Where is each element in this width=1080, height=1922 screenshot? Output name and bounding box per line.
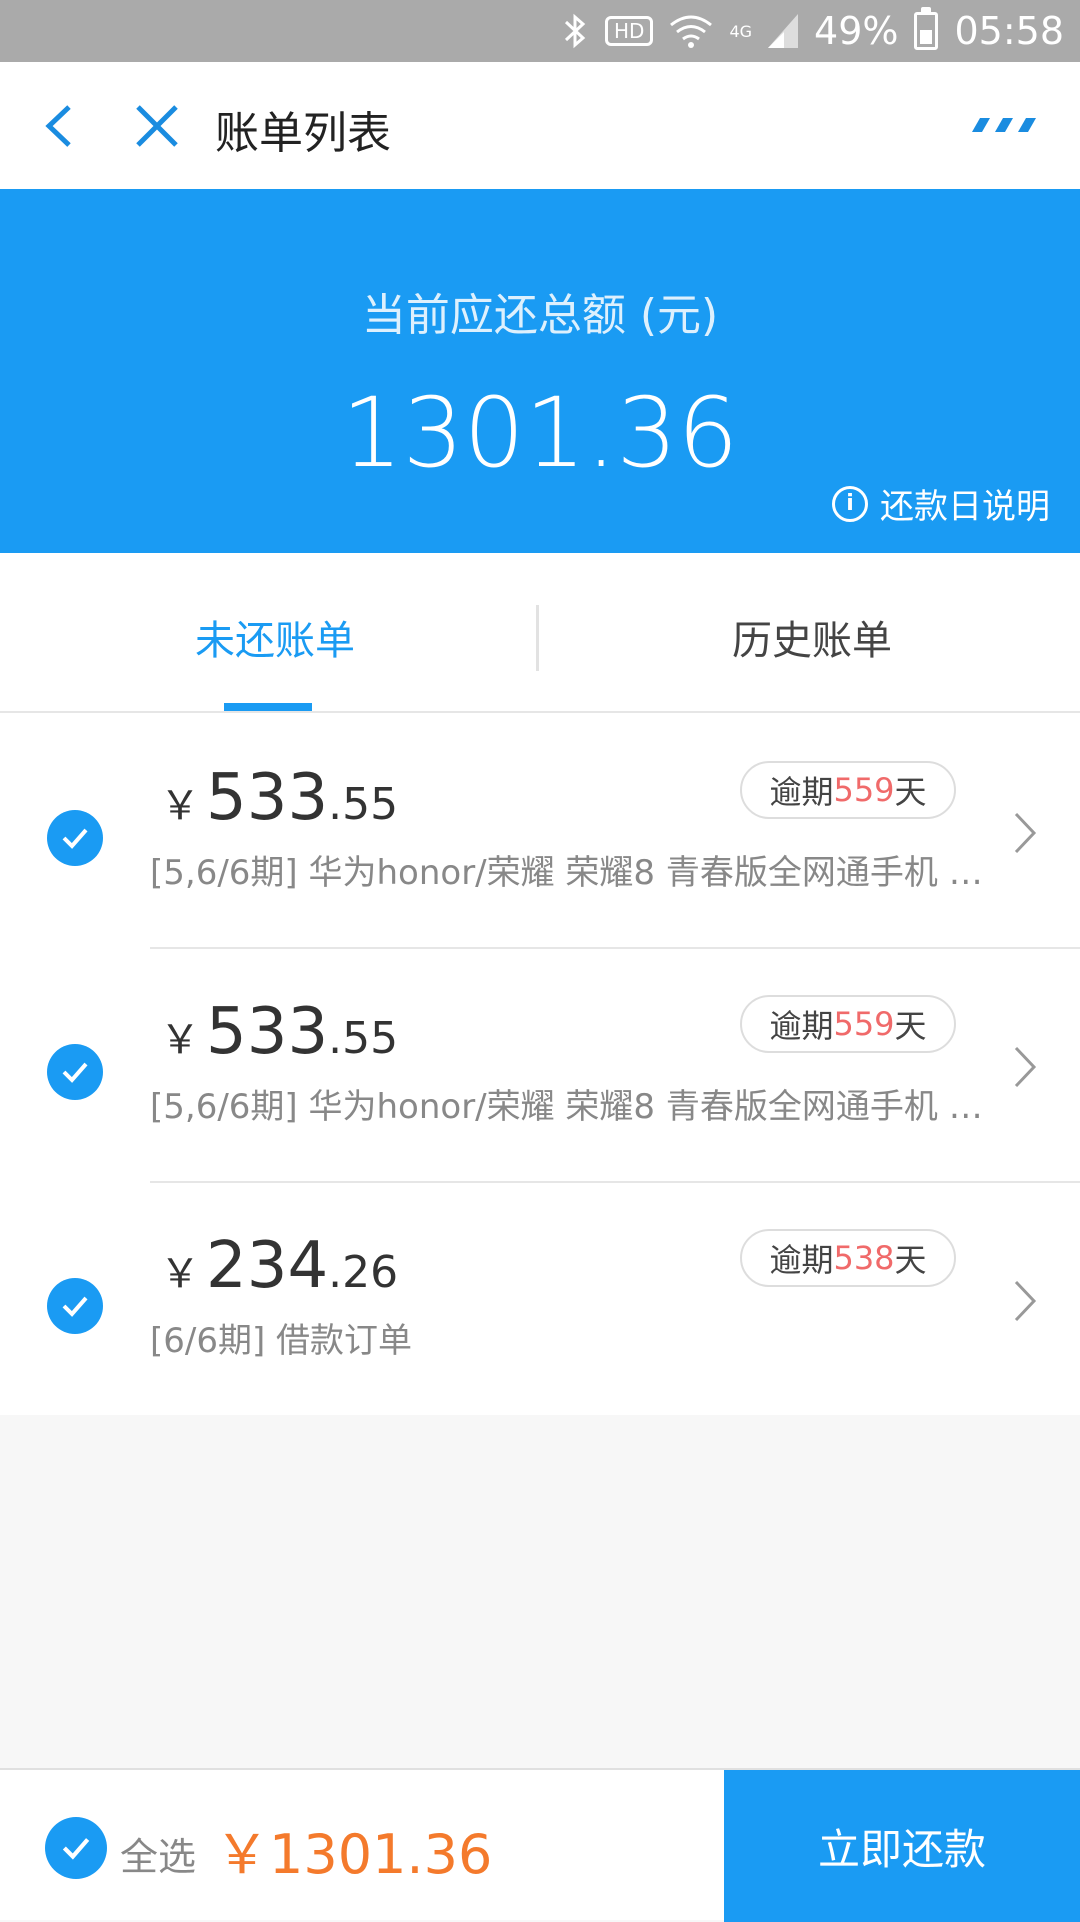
total-amount: ￥1301.36	[215, 1823, 493, 1886]
overdue-badge: 逾期 538 天	[740, 1229, 956, 1287]
bill-checkbox[interactable]	[47, 810, 103, 866]
bill-list: ￥533.55 逾期 559 天 [5,6/6期] 华为honor/荣耀 荣耀8 青…	[0, 713, 1080, 1415]
chevron-right-icon	[1014, 812, 1037, 854]
nav-bar: 账单列表	[0, 62, 1080, 189]
chevron-right-icon	[1014, 1280, 1037, 1322]
overdue-days: 538	[833, 1239, 895, 1277]
bill-item[interactable]: ￥234.26 逾期 538 天 [6/6期] 借款订单	[0, 1181, 1080, 1415]
signal-icon	[768, 14, 799, 48]
overdue-suffix: 天	[894, 1007, 927, 1045]
bill-amount: ￥533.55	[160, 761, 398, 835]
amount-integer: 533	[206, 995, 329, 1069]
battery-icon	[914, 7, 939, 50]
overdue-days: 559	[833, 771, 895, 809]
overdue-prefix: 逾期	[769, 773, 834, 811]
select-all-label[interactable]: 全选	[120, 1826, 196, 1881]
tab-history[interactable]: 历史账单	[732, 608, 892, 666]
more-icon	[972, 118, 1036, 132]
bill-tabs: 未还账单 历史账单	[0, 553, 1080, 713]
bill-description: [5,6/6期] 华为honor/荣耀 荣耀8 青春版全网通手机 金色	[150, 1087, 1010, 1127]
tab-unpaid[interactable]: 未还账单	[195, 608, 355, 666]
info-icon: i	[832, 485, 868, 522]
overdue-badge: 逾期 559 天	[740, 995, 956, 1053]
status-bar: HD 4G 49% 05:58	[0, 0, 1080, 62]
amount-integer: 533	[206, 761, 329, 835]
repay-note-label: 还款日说明	[880, 487, 1050, 527]
bottom-bar: 全选 ￥1301.36 立即还款	[0, 1768, 1080, 1922]
bluetooth-icon	[563, 12, 589, 50]
repay-date-info-link[interactable]: i 还款日说明	[832, 479, 1050, 528]
page-title: 账单列表	[215, 108, 391, 159]
tab-indicator	[224, 703, 312, 711]
overdue-days: 559	[833, 1005, 895, 1043]
network-type: 4G	[729, 21, 753, 41]
overdue-badge: 逾期 559 天	[740, 761, 956, 819]
back-button[interactable]	[35, 99, 89, 153]
amount-summary: 当前应还总额 (元) 1301.36 i 还款日说明	[0, 189, 1080, 553]
amount-integer: 234	[206, 1229, 329, 1303]
overdue-prefix: 逾期	[769, 1007, 834, 1045]
amount-decimal: .55	[328, 1013, 399, 1064]
bill-checkbox[interactable]	[47, 1278, 103, 1334]
select-all-checkbox[interactable]	[45, 1817, 107, 1879]
summary-label: 当前应还总额 (元)	[361, 290, 719, 341]
currency-symbol: ￥	[160, 1251, 200, 1297]
check-icon	[62, 1838, 90, 1860]
bill-amount: ￥234.26	[160, 1229, 398, 1303]
bill-item[interactable]: ￥533.55 逾期 559 天 [5,6/6期] 华为honor/荣耀 荣耀8 青…	[0, 947, 1080, 1181]
clock: 05:58	[954, 9, 1064, 53]
overdue-prefix: 逾期	[769, 1241, 834, 1279]
bill-checkbox[interactable]	[47, 1044, 103, 1100]
wifi-icon	[669, 13, 713, 49]
more-button[interactable]	[970, 110, 1040, 140]
summary-amount: 1301.36	[341, 377, 739, 489]
check-icon	[62, 828, 88, 849]
amount-decimal: .55	[328, 779, 399, 830]
check-icon	[62, 1296, 88, 1317]
check-icon	[62, 1062, 88, 1083]
hd-badge: HD	[604, 16, 654, 46]
chevron-left-icon	[45, 105, 71, 147]
pay-now-button[interactable]: 立即还款	[724, 1770, 1080, 1922]
bill-description: [6/6期] 借款订单	[150, 1321, 413, 1361]
bill-amount: ￥533.55	[160, 995, 398, 1069]
close-button[interactable]	[130, 99, 184, 153]
currency-symbol: ￥	[160, 783, 200, 829]
currency-symbol: ￥	[160, 1017, 200, 1063]
bill-description: [5,6/6期] 华为honor/荣耀 荣耀8 青春版全网通手机 金色	[150, 853, 1010, 893]
bill-item[interactable]: ￥533.55 逾期 559 天 [5,6/6期] 华为honor/荣耀 荣耀8 青…	[0, 713, 1080, 947]
overdue-suffix: 天	[894, 1241, 927, 1279]
close-icon	[136, 105, 178, 147]
chevron-right-icon	[1014, 1046, 1037, 1088]
amount-decimal: .26	[328, 1247, 399, 1298]
tab-divider	[536, 605, 539, 671]
overdue-suffix: 天	[894, 773, 927, 811]
battery-percent: 49%	[814, 9, 899, 53]
